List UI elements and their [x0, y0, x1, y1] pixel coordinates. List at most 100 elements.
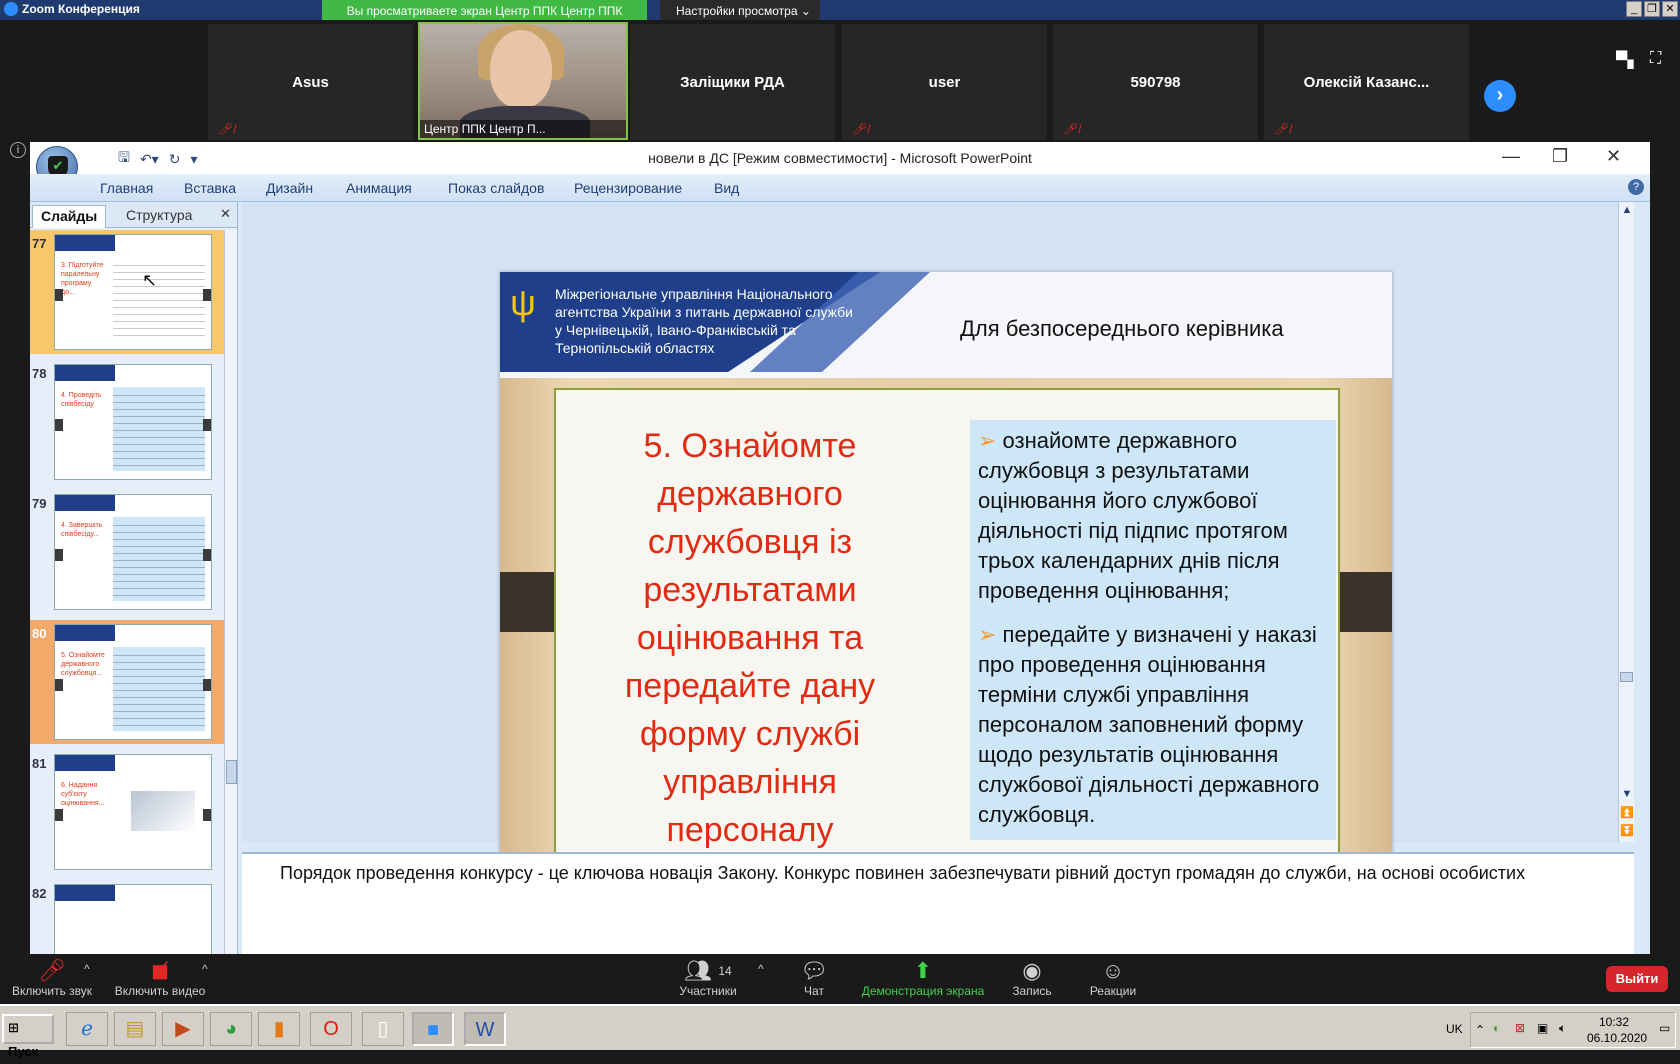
chevron-up-icon[interactable]: ⌃: [1475, 1023, 1485, 1037]
slide-heading: 5. Ознайомте державного службовця із рез…: [624, 427, 876, 849]
tab-animation[interactable]: Анимация: [346, 180, 412, 196]
minimize-icon[interactable]: _: [1626, 1, 1642, 17]
reactions-icon: ☺: [1101, 958, 1125, 983]
mic-muted-icon: 🎤︎/: [1274, 122, 1293, 136]
slide-thumbnail[interactable]: 79 4. Завершіть співбесіду...: [30, 490, 226, 614]
arrow-bullet-icon: ➢: [978, 428, 1003, 453]
slide-thumbnail[interactable]: 77 3. Підготуйте паралельну програму до.…: [30, 230, 226, 354]
arrow-bullet-icon: ➢: [978, 622, 1003, 647]
layout-icon[interactable]: ▀▖: [1616, 50, 1640, 70]
mic-muted-icon: 🎤︎/: [852, 122, 871, 136]
participant-tile[interactable]: user 🎤︎/: [842, 24, 1047, 140]
minimize-icon[interactable]: —: [1502, 146, 1520, 167]
tab-insert[interactable]: Вставка: [184, 180, 236, 196]
current-slide[interactable]: ψ Міжрегіональне управління Національног…: [500, 272, 1392, 940]
opera-icon[interactable]: O: [310, 1012, 352, 1046]
internet-explorer-icon[interactable]: ℯ: [66, 1012, 108, 1046]
system-tray: ⌃ ◐ ⊠ ▣ 🔈︎ 10:32 06.10.2020 ▭: [1470, 1012, 1676, 1048]
participants-icon: 👥︎ 14: [684, 958, 732, 983]
active-speaker-video[interactable]: Центр ППК Центр П...: [418, 22, 628, 140]
notes-pane[interactable]: Порядок проведення конкурсу - це ключова…: [242, 852, 1634, 954]
video-participant-name: Центр ППК Центр П...: [420, 120, 626, 138]
document-icon[interactable]: ▯: [362, 1012, 404, 1046]
word-icon[interactable]: W: [464, 1012, 506, 1046]
next-slide-icon[interactable]: ⏬: [1620, 824, 1634, 837]
unmute-button[interactable]: 🎤︎ Включить звук: [8, 958, 96, 998]
customize-icon[interactable]: ▾: [190, 151, 197, 168]
start-button[interactable]: ⊞ Пуск: [2, 1014, 54, 1059]
clock-time[interactable]: 10:32: [1599, 1015, 1629, 1029]
thumbnail-scrollbar[interactable]: [224, 230, 237, 954]
windows-taskbar: ⊞ Пуск ℯ ▤ ▶ ◕ ▮ O ▯ ■ W UK ⌃ ◐ ⊠ ▣ 🔈︎ 1…: [0, 1004, 1680, 1059]
tab-review[interactable]: Рецензирование: [574, 180, 682, 196]
record-button[interactable]: ◉ Запись: [1004, 958, 1060, 998]
chevron-up-icon[interactable]: ^: [202, 962, 208, 976]
slide-editor: ψ Міжрегіональне управління Національног…: [242, 202, 1634, 940]
tab-design[interactable]: Дизайн: [266, 180, 313, 196]
slide-thumbnail[interactable]: 78 4. Проведіть співбесіду: [30, 360, 226, 484]
slide-thumbnail[interactable]: 81 6. Надання суб'єкту оцінювання...: [30, 750, 226, 874]
security-icon[interactable]: ◐: [1493, 1021, 1500, 1035]
scroll-up-icon[interactable]: ▲: [1620, 204, 1634, 216]
next-page-arrow-icon[interactable]: ›: [1484, 80, 1516, 112]
start-video-button[interactable]: ◼̸ Включить видео: [112, 958, 208, 998]
close-icon[interactable]: ✕: [1606, 146, 1621, 167]
slide-thumbnail-current[interactable]: 80 5. Ознайомте державного службовця...: [30, 620, 226, 744]
info-icon[interactable]: i: [10, 142, 26, 158]
chevron-up-icon[interactable]: ^: [84, 962, 90, 976]
bullet-item: ➢ ознайомте державного службовця з резул…: [978, 428, 1288, 603]
mic-muted-icon: 🎤︎: [38, 958, 66, 983]
undo-icon[interactable]: ↶▾: [140, 151, 159, 168]
redo-icon[interactable]: ↻: [169, 151, 181, 168]
quick-access-toolbar: 🖫 ↶▾ ↻ ▾: [84, 148, 197, 170]
reactions-button[interactable]: ☺ Реакции: [1082, 958, 1144, 998]
tab-slides[interactable]: Слайды: [32, 205, 107, 228]
slide-scrollbar[interactable]: ▲ ▼ ⏫ ⏬: [1618, 202, 1634, 842]
network-icon[interactable]: ⊠: [1515, 1021, 1525, 1035]
show-desktop-icon[interactable]: ▭: [1659, 1021, 1670, 1035]
participant-tile[interactable]: Asus 🎤︎/: [208, 24, 413, 140]
slide-bullet-box: ➢ ознайомте державного службовця з резул…: [970, 420, 1336, 840]
panel-tabs: Слайды Структура ✕: [30, 202, 237, 228]
participant-tile[interactable]: Заліщики РДА: [630, 24, 835, 140]
mic-muted-icon: 🎤︎/: [1063, 122, 1082, 136]
prev-slide-icon[interactable]: ⏫: [1620, 806, 1634, 819]
tab-view[interactable]: Вид: [714, 180, 739, 196]
share-banner: Вы просматриваете экран Центр ППК Центр …: [322, 0, 647, 22]
share-screen-button[interactable]: ⬆ Демонстрация экрана: [858, 958, 988, 998]
zoom-taskbar-icon[interactable]: ■: [412, 1012, 454, 1046]
display-icon[interactable]: ▣: [1537, 1021, 1548, 1035]
scroll-down-icon[interactable]: ▼: [1620, 788, 1634, 800]
restore-icon[interactable]: ❐: [1552, 146, 1568, 167]
close-panel-icon[interactable]: ✕: [220, 206, 231, 222]
archive-icon[interactable]: ▮: [258, 1012, 300, 1046]
participants-button[interactable]: 👥︎ 14 Участники: [672, 958, 744, 998]
participant-tile[interactable]: Олексій Казанс... 🎤︎/: [1264, 24, 1469, 140]
chevron-up-icon[interactable]: ^: [758, 962, 764, 976]
powerpoint-window: новели в ДС [Режим совместимости] - Micr…: [30, 142, 1650, 954]
ppt-title-bar: новели в ДС [Режим совместимости] - Micr…: [30, 142, 1650, 174]
volume-icon[interactable]: 🔈︎: [1559, 1021, 1566, 1036]
view-options-button[interactable]: Настройки просмотра ⌄: [660, 0, 820, 22]
participants-strip: Asus 🎤︎/ Центр ППК Центр П... 🎤︎/ Заліщи…: [0, 20, 1680, 142]
media-player-icon[interactable]: ▶: [162, 1012, 204, 1046]
slide-thumbnail[interactable]: 82: [30, 880, 226, 954]
leave-button[interactable]: Выйти: [1606, 966, 1668, 992]
restore-icon[interactable]: ❐: [1644, 1, 1660, 17]
windows-logo-icon: ⊞: [8, 1020, 19, 1035]
fullscreen-icon[interactable]: ⛶: [1650, 50, 1661, 68]
clock-date[interactable]: 06.10.2020: [1587, 1031, 1647, 1045]
tab-structure[interactable]: Структура: [118, 205, 200, 228]
chat-button[interactable]: 💬︎ Чат: [790, 958, 838, 998]
file-explorer-icon[interactable]: ▤: [114, 1012, 156, 1046]
participant-tile[interactable]: 590798 🎤︎/: [1053, 24, 1258, 140]
help-icon[interactable]: ?: [1628, 179, 1644, 195]
chrome-icon[interactable]: ◕: [210, 1012, 252, 1046]
language-indicator[interactable]: UK: [1446, 1022, 1463, 1036]
slide-paper: 5. Ознайомте державного службовця із рез…: [554, 388, 1340, 858]
tab-home[interactable]: Главная: [100, 180, 153, 196]
save-icon[interactable]: 🖫: [118, 147, 130, 171]
tab-slideshow[interactable]: Показ слайдов: [448, 180, 544, 196]
close-icon[interactable]: ✕: [1662, 1, 1678, 17]
chat-icon: 💬︎: [800, 958, 828, 983]
